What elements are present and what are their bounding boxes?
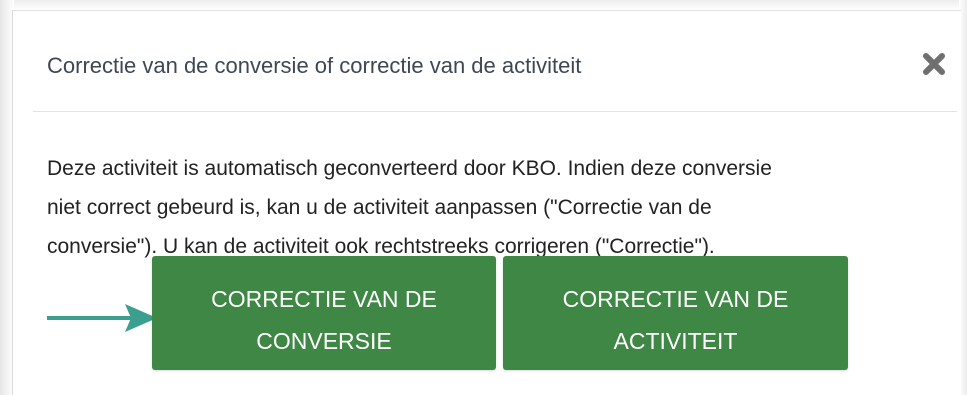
close-button[interactable] <box>919 49 949 79</box>
frame-shadow-top <box>0 0 967 10</box>
correctie-conversie-button[interactable]: CORRECTIE VAN DE CONVERSIE <box>152 256 496 370</box>
button-label-line: CORRECTIE VAN DE <box>211 286 437 312</box>
screenshot-frame: Correctie van de conversie of correctie … <box>0 0 967 395</box>
dialog-message: Deze activiteit is automatisch geconvert… <box>47 149 937 266</box>
arrow-right-icon <box>47 298 165 338</box>
button-label-line: CORRECTIE VAN DE <box>562 286 789 312</box>
button-label-line: CONVERSIE <box>256 328 392 354</box>
dialog-title: Correctie van de conversie of correctie … <box>47 53 582 78</box>
message-line: Deze activiteit is automatisch geconvert… <box>47 157 772 180</box>
dialog-header: Correctie van de conversie of correctie … <box>33 11 957 112</box>
message-line: niet correct gebeurd is, kan u de activi… <box>47 196 712 219</box>
modal-dialog: Correctie van de conversie of correctie … <box>12 10 961 395</box>
button-label-line: ACTIVITEIT <box>613 328 738 354</box>
correctie-activiteit-button[interactable]: CORRECTIE VAN DE ACTIVITEIT <box>503 256 848 370</box>
close-icon <box>923 53 945 75</box>
